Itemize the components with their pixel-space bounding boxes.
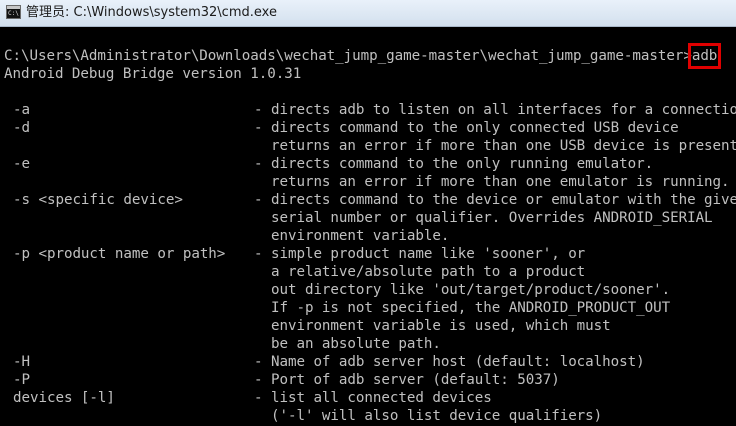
prompt-line: C:\Users\Administrator\Downloads\wechat_…: [4, 43, 736, 69]
option-description: - directs command to the device or emula…: [254, 192, 736, 208]
option-row: returns an error if more than one USB de…: [4, 137, 736, 155]
option-row: returns an error if more than one emulat…: [4, 173, 736, 191]
option-row: -a - directs adb to listen on all interfa…: [4, 101, 736, 119]
typed-command: adb: [687, 43, 722, 69]
option-row: out directory like 'out/target/product/s…: [4, 281, 736, 299]
option-description: environment variable.: [254, 228, 450, 244]
option-description: be an absolute path.: [254, 336, 441, 352]
option-row: If -p is not specified, the ANDROID_PROD…: [4, 299, 736, 317]
option-flag: -H: [13, 354, 30, 370]
option-description: - simple product name like 'sooner', or: [254, 246, 586, 262]
option-description: a relative/absolute path to a product: [254, 264, 586, 280]
option-flag: -a: [13, 102, 30, 118]
option-description: - directs adb to listen on all interface…: [254, 102, 736, 118]
console-output[interactable]: C:\Users\Administrator\Downloads\wechat_…: [4, 43, 736, 426]
option-description: returns an error if more than one emulat…: [254, 174, 730, 190]
option-flag: -p <product name or path>: [13, 246, 226, 262]
option-row: environment variable.: [4, 227, 736, 245]
option-row: -e - directs command to the only running …: [4, 155, 736, 173]
option-row: serial number or qualifier. Overrides AN…: [4, 209, 736, 227]
option-description: returns an error if more than one USB de…: [254, 138, 736, 154]
option-row: a relative/absolute path to a product: [4, 263, 736, 281]
option-flag: devices [-l]: [13, 390, 115, 406]
option-flag: -d: [13, 120, 30, 136]
option-description: - list all connected devices: [254, 390, 492, 406]
title-bar[interactable]: 管理员: C:\Windows\system32\cmd.exe: [0, 0, 736, 27]
option-description: If -p is not specified, the ANDROID_PROD…: [254, 300, 671, 316]
window-title: 管理员: C:\Windows\system32\cmd.exe: [26, 5, 277, 20]
cmd-window: 管理员: C:\Windows\system32\cmd.exe C:\User…: [0, 0, 736, 426]
option-row: -P - Port of adb server (default: 5037): [4, 371, 736, 389]
option-description: - Port of adb server (default: 5037): [254, 372, 560, 388]
option-description: out directory like 'out/target/product/s…: [254, 282, 671, 298]
version-line: Android Debug Bridge version 1.0.31: [4, 66, 302, 82]
option-description: - directs command to the only running em…: [254, 156, 654, 172]
option-row: -H - Name of adb server host (default: lo…: [4, 353, 736, 371]
option-row: environment variable is used, which must: [4, 317, 736, 335]
option-row: ('-l' will also list device qualifiers): [4, 407, 736, 425]
option-row: -p <product name or path> - simple produc…: [4, 245, 736, 263]
option-description: serial number or qualifier. Overrides AN…: [254, 210, 713, 226]
option-row: devices [-l] - list all connected devices: [4, 389, 736, 407]
option-description: ('-l' will also list device qualifiers): [254, 408, 603, 424]
cmd-console-icon[interactable]: [6, 5, 21, 19]
prompt-path: C:\Users\Administrator\Downloads\wechat_…: [4, 48, 692, 64]
option-flag: -e: [13, 156, 30, 172]
option-row: be an absolute path.: [4, 335, 736, 353]
option-description: - directs command to the only connected …: [254, 120, 679, 136]
options-list: -a - directs adb to listen on all interfa…: [4, 101, 736, 425]
option-flag: -s <specific device>: [13, 192, 183, 208]
option-description: - Name of adb server host (default: loca…: [254, 354, 645, 370]
option-row: -s <specific device> - directs command to…: [4, 191, 736, 209]
option-description: environment variable is used, which must: [254, 318, 611, 334]
option-flag: -P: [13, 372, 30, 388]
option-row: -d - directs command to the only connecte…: [4, 119, 736, 137]
